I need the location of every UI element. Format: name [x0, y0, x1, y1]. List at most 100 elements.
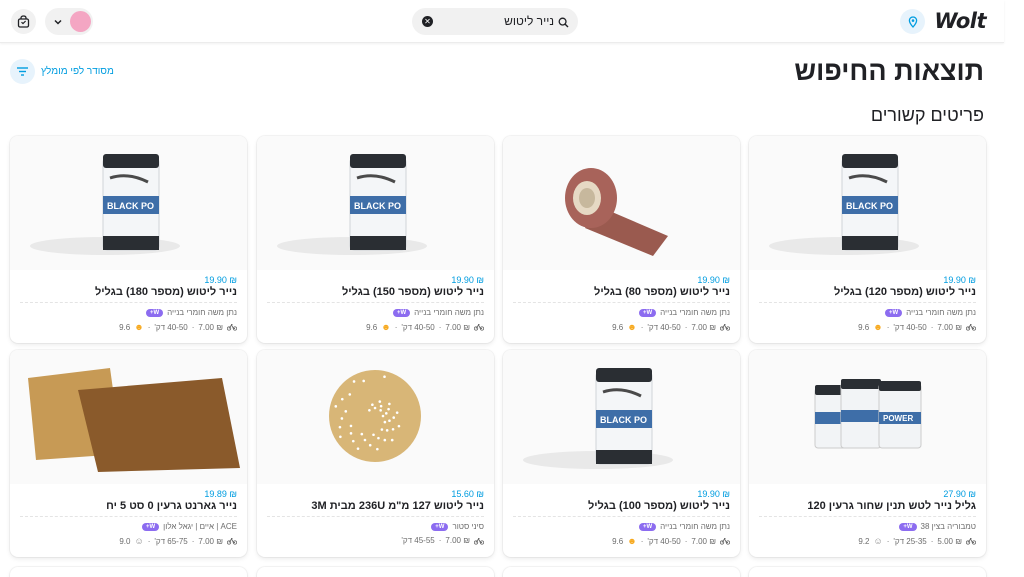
product-card-partial[interactable]	[503, 567, 740, 577]
product-image: BLACK PO	[257, 136, 494, 270]
sort-button[interactable]: מסודר לפי מומלץ	[10, 58, 114, 84]
product-name: גליל נייר לטש תנין שחור גרעין 120	[807, 500, 976, 512]
venue-info[interactable]: טמבוריה בצין 38 W+	[899, 522, 976, 531]
product-card[interactable]: ₪ 19.90 נייר ליטוש (מספר 80) בגליל נתן מ…	[503, 136, 740, 343]
separator: ·	[886, 322, 890, 332]
venue-info[interactable]: סיני סטור W+	[431, 522, 484, 531]
wolt-plus-badge: W+	[392, 308, 411, 317]
venue-info[interactable]: נתן משה חומרי בנייה W+	[145, 308, 237, 317]
delivery-fee: ₪ 7.00	[691, 536, 716, 546]
product-card[interactable]: BLACK PO ₪ 19.90 נייר ליטוש (מספר 150) ב…	[257, 136, 494, 343]
neutral-face-icon: ☺	[134, 536, 144, 546]
separator: ·	[930, 322, 934, 332]
avatar[interactable]	[70, 11, 91, 32]
happy-face-icon: ☻	[134, 322, 144, 332]
search-bar[interactable]: נייר ליטוש ✕	[412, 8, 578, 35]
separator: ·	[147, 536, 151, 546]
separator: ·	[886, 536, 890, 546]
venue-name: נתן משה חומרי בנייה	[167, 308, 237, 317]
product-image: BLACK PO	[749, 136, 986, 270]
product-card[interactable]: ₪ 15.60 נייר ליטוש 127 מ"מ 236U מבית 3M …	[257, 350, 494, 557]
separator: ·	[191, 322, 195, 332]
venue-rating: 9.6	[119, 322, 131, 332]
product-card[interactable]: BLACK PO ₪ 19.90 נייר ליטוש (מספר 100) ב…	[503, 350, 740, 557]
separator: ·	[684, 322, 688, 332]
venue-rating: 9.0	[119, 536, 131, 546]
wolt-plus-badge: W+	[884, 308, 903, 317]
location-pin-icon	[908, 15, 917, 28]
product-image: BLACK PO	[10, 136, 247, 270]
product-card-partial[interactable]	[749, 567, 986, 577]
product-name: נייר ליטוש (מספר 150) בגליל	[341, 286, 484, 298]
venue-info[interactable]: ACE | איים | יגאל אלון W+	[141, 522, 237, 531]
divider	[267, 302, 484, 303]
product-name: נייר ליטוש 127 מ"מ 236U מבית 3M	[311, 500, 484, 512]
product-card[interactable]: ₪ 19.89 נייר גארנט גרעין 0 סט 5 יח ACE |…	[10, 350, 247, 557]
bike-icon	[966, 324, 976, 331]
neutral-face-icon: ☺	[873, 536, 883, 546]
svg-text:POWER: POWER	[883, 414, 913, 423]
delivery-info: ₪ 7.00 · 40-50 דק' · ☻ 9.6	[119, 322, 237, 332]
product-image	[503, 136, 740, 270]
product-name: נייר ליטוש (מספר 80) בגליל	[594, 286, 730, 298]
venue-info[interactable]: נתן משה חומרי בנייה W+	[392, 308, 484, 317]
product-name: נייר גארנט גרעין 0 סט 5 יח	[106, 500, 237, 512]
delivery-fee: ₪ 7.00	[445, 322, 470, 332]
delivery-info: ₪ 7.00 · 40-50 דק' · ☻ 9.6	[366, 322, 484, 332]
separator: ·	[191, 536, 195, 546]
product-name: נייר ליטוש (מספר 100) בגליל	[587, 500, 730, 512]
delivery-time: 40-50 דק'	[647, 322, 681, 332]
chevron-down-icon	[53, 15, 63, 33]
bike-icon	[966, 538, 976, 545]
venue-info[interactable]: נתן משה חומרי בנייה W+	[638, 522, 730, 531]
product-name: נייר ליטוש (מספר 180) בגליל	[94, 286, 237, 298]
divider	[267, 516, 484, 517]
account-menu[interactable]	[45, 8, 93, 35]
section-title: פריטים קשורים	[870, 105, 984, 125]
delivery-fee: ₪ 5.00	[937, 536, 962, 546]
product-card[interactable]: BLACK PO ₪ 19.90 נייר ליטוש (מספר 120) ב…	[749, 136, 986, 343]
bike-icon	[720, 538, 730, 545]
venue-info[interactable]: נתן משה חומרי בנייה W+	[638, 308, 730, 317]
shopping-bag-icon	[17, 15, 30, 28]
product-card-partial[interactable]	[257, 567, 494, 577]
search-input[interactable]: נייר ליטוש	[504, 14, 554, 28]
product-price: ₪ 27.90	[943, 489, 976, 499]
svg-text:BLACK PO: BLACK PO	[600, 415, 647, 425]
product-price: ₪ 19.90	[204, 275, 237, 285]
delivery-time: 40-50 דק'	[647, 536, 681, 546]
separator: ·	[438, 536, 442, 545]
shopping-bag-button[interactable]	[11, 9, 36, 34]
clear-icon[interactable]: ✕	[422, 16, 433, 27]
separator: ·	[640, 322, 644, 332]
delivery-info: ₪ 7.00 · 40-50 דק' · ☻ 9.6	[612, 536, 730, 546]
product-card[interactable]: POWER ₪ 27.90 גליל נייר לטש תנין שחור גר…	[749, 350, 986, 557]
product-price: ₪ 19.89	[204, 489, 237, 499]
product-price: ₪ 19.90	[451, 275, 484, 285]
product-price: ₪ 19.90	[697, 489, 730, 499]
wolt-logo[interactable]: Wolt	[934, 9, 986, 33]
bike-icon	[474, 537, 484, 545]
venue-name: נתן משה חומרי בנייה	[414, 308, 484, 317]
venue-rating: 9.6	[612, 536, 624, 546]
product-name: נייר ליטוש (מספר 120) בגליל	[833, 286, 976, 298]
svg-text:BLACK PO: BLACK PO	[107, 201, 154, 211]
bike-icon	[720, 324, 730, 331]
location-button[interactable]	[900, 9, 925, 34]
product-card-partial[interactable]	[10, 567, 247, 577]
venue-info[interactable]: נתן משה חומרי בנייה W+	[884, 308, 976, 317]
venue-rating: 9.6	[366, 322, 378, 332]
product-image: BLACK PO	[503, 350, 740, 484]
divider	[759, 302, 976, 303]
venue-name: טמבוריה בצין 38	[920, 522, 977, 531]
happy-face-icon: ☻	[627, 322, 637, 332]
happy-face-icon: ☻	[873, 322, 883, 332]
search-icon	[558, 15, 569, 33]
product-image: POWER	[749, 350, 986, 484]
bike-icon	[227, 324, 237, 331]
wolt-plus-badge: W+	[638, 308, 657, 317]
svg-text:BLACK PO: BLACK PO	[354, 201, 401, 211]
product-card[interactable]: BLACK PO ₪ 19.90 נייר ליטוש (מספר 180) ב…	[10, 136, 247, 343]
wolt-plus-badge: W+	[899, 522, 917, 531]
delivery-info: ₪ 7.00 · 40-50 דק' · ☻ 9.6	[858, 322, 976, 332]
